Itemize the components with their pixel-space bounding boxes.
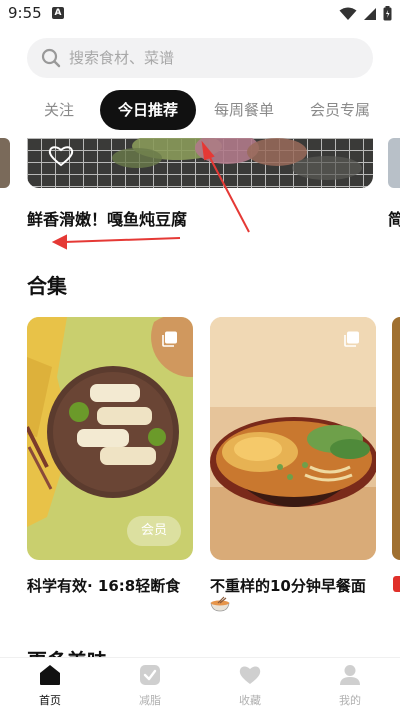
tab-today-recommend[interactable]: 今日推荐 bbox=[100, 90, 196, 130]
section-title-collection: 合集 bbox=[27, 274, 67, 298]
hero-next-card-peek[interactable] bbox=[388, 138, 400, 188]
search-input[interactable] bbox=[69, 38, 359, 78]
nav-label: 收藏 bbox=[239, 694, 261, 707]
collection-card-next-peek[interactable] bbox=[392, 317, 400, 560]
favorite-heart-icon[interactable] bbox=[48, 145, 74, 167]
hero-recipe-title[interactable]: 鲜香滑嫩！嘎鱼炖豆腐 bbox=[27, 206, 187, 230]
signal-icon bbox=[364, 7, 376, 20]
nav-home[interactable]: 首页 bbox=[0, 658, 100, 710]
battery-icon bbox=[383, 6, 392, 21]
tab-vip-exclusive[interactable]: 会员专属 bbox=[300, 90, 380, 130]
hero-recipe-image[interactable] bbox=[27, 138, 373, 188]
next-recipe-title-partial[interactable]: 简 bbox=[388, 206, 400, 230]
tab-weekly-menu[interactable]: 每周餐单 bbox=[205, 90, 283, 130]
heart-icon bbox=[239, 666, 261, 684]
grill-food-image bbox=[27, 138, 373, 188]
home-icon bbox=[40, 665, 60, 685]
collection-card-title[interactable]: 科学有效· 16:8轻断食 bbox=[27, 575, 180, 596]
search-icon bbox=[41, 48, 61, 68]
noodle-bowl-image bbox=[210, 317, 376, 560]
status-bar: 9:55 A bbox=[0, 0, 400, 28]
person-icon bbox=[340, 665, 360, 685]
collection-card-title[interactable]: 不重样的10分钟早餐面 bbox=[210, 575, 366, 596]
collection-card-breakfast-noodles[interactable] bbox=[210, 317, 376, 560]
vip-badge: 会员 bbox=[127, 516, 181, 546]
nav-mine[interactable]: 我的 bbox=[300, 658, 400, 710]
section-title-more: 更多美味 bbox=[27, 645, 107, 657]
search-bar[interactable] bbox=[27, 38, 373, 78]
nav-favorites[interactable]: 收藏 bbox=[200, 658, 300, 710]
bottom-nav: 首页 减脂 收藏 我的 bbox=[0, 657, 400, 710]
next-card-title-peek bbox=[393, 576, 400, 592]
collection-copy-icon bbox=[344, 331, 359, 347]
nav-label: 减脂 bbox=[139, 694, 161, 707]
nav-label: 首页 bbox=[39, 694, 61, 707]
collection-copy-icon bbox=[162, 331, 177, 347]
status-time: 9:55 bbox=[8, 4, 42, 22]
nav-label: 我的 bbox=[339, 694, 361, 707]
notification-icon: A bbox=[52, 7, 64, 19]
tab-follow[interactable]: 关注 bbox=[30, 90, 88, 130]
noodle-bowl-icon bbox=[210, 596, 230, 612]
hero-prev-card-peek[interactable] bbox=[0, 138, 10, 188]
status-icons bbox=[339, 6, 392, 21]
tab-bar: 关注 今日推荐 每周餐单 会员专属 bbox=[0, 90, 400, 130]
wifi-icon bbox=[339, 7, 357, 20]
shield-check-icon bbox=[140, 665, 160, 685]
nav-fat-loss[interactable]: 减脂 bbox=[100, 658, 200, 710]
